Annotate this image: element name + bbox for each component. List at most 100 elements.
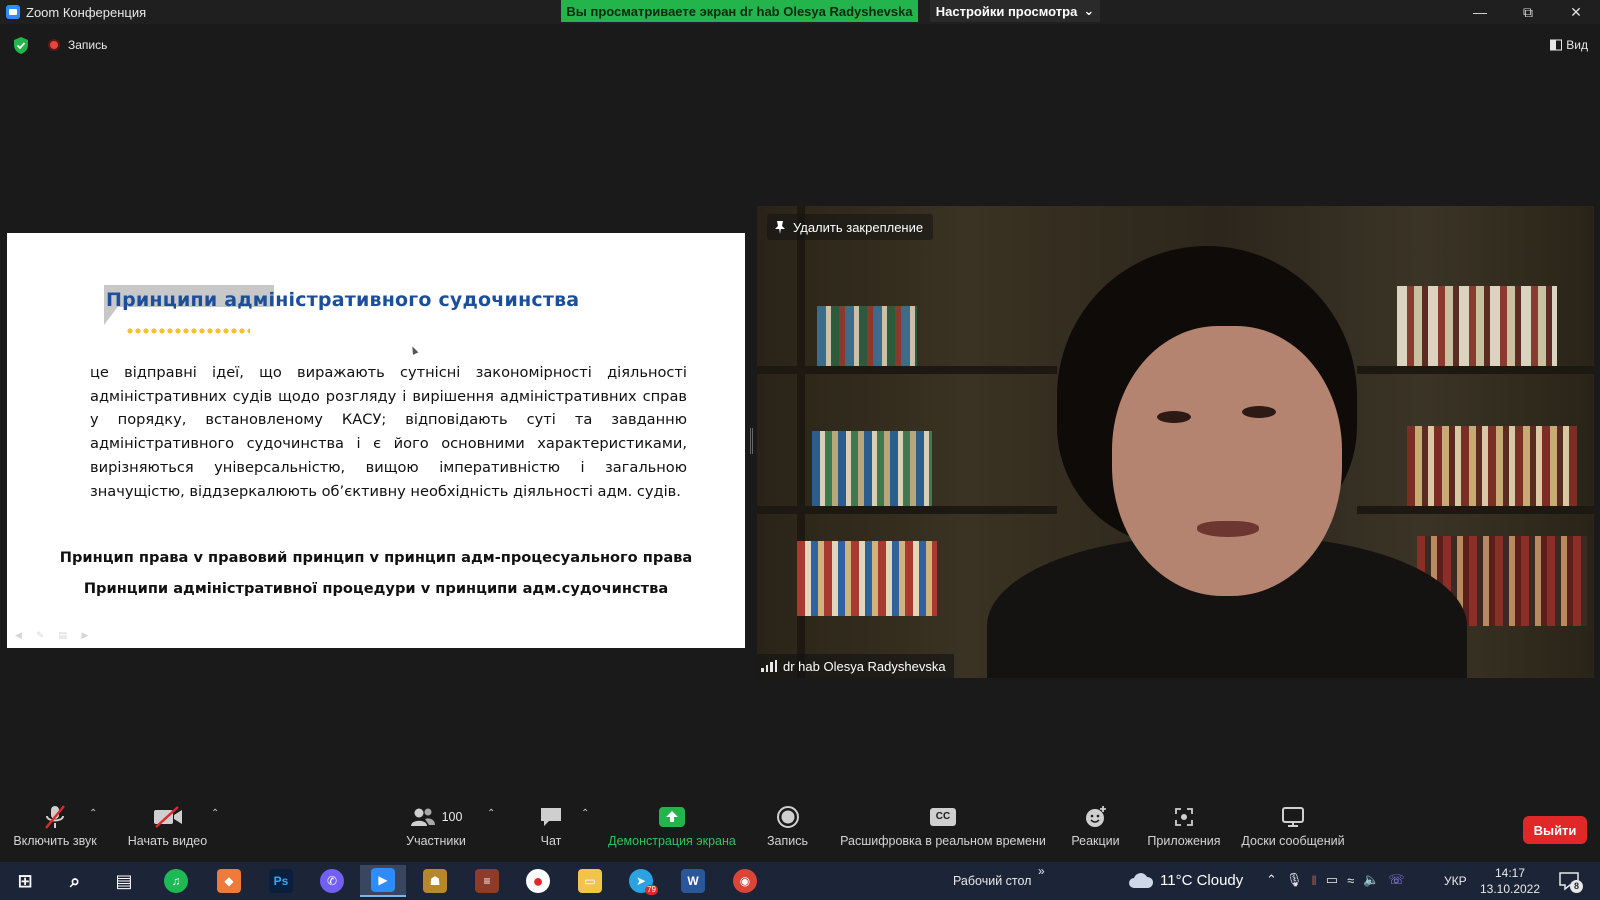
double-chevron-icon[interactable]: » [1038, 864, 1045, 878]
speaker-eye [1242, 406, 1276, 418]
speaker-icon[interactable]: 🔈 [1363, 872, 1379, 888]
taskbar-chrome-button[interactable]: ◉ [722, 865, 768, 897]
whiteboard-icon [1281, 800, 1305, 834]
chat-caret-icon[interactable]: ⌃ [581, 808, 589, 819]
taskbar-recorder-button[interactable]: ● [515, 865, 561, 897]
chat-icon [539, 800, 563, 834]
whiteboards-label: Доски сообщений [1241, 834, 1345, 848]
chat-button[interactable]: Чат [532, 800, 570, 862]
decorative-dots [126, 328, 250, 334]
screen-share-banner: Вы просматриваете экран dr hab Olesya Ra… [561, 0, 918, 22]
shelf-board [1357, 366, 1594, 374]
taskbar-search-button[interactable]: ⌕ [52, 865, 98, 897]
meeting-header: Запись Вид [0, 30, 1600, 60]
view-options-label: Настройки просмотра [935, 3, 1078, 19]
telegram-unread-badge: 79 [645, 885, 658, 895]
unpin-button[interactable]: Удалить закрепление [767, 214, 934, 240]
closed-captions-icon: CC [930, 800, 956, 834]
books [817, 306, 917, 366]
taskbar-game-button[interactable]: ☗ [412, 865, 458, 897]
viber-icon: ✆ [320, 869, 344, 893]
close-icon[interactable]: ✕ [1552, 0, 1600, 24]
recorder-icon: ● [526, 869, 550, 893]
view-button[interactable]: Вид [1550, 36, 1588, 54]
explorer-icon: ▭ [578, 869, 602, 893]
taskbar-winrar-button[interactable]: ≡ [464, 865, 510, 897]
winrar-icon: ≡ [475, 869, 499, 893]
leave-meeting-button[interactable]: Выйти [1523, 816, 1587, 844]
record-label: Запись [766, 834, 808, 848]
slide-principle-line-1: Принцип права v правовий принцип v принц… [59, 549, 693, 566]
unmute-label: Включить звук [13, 834, 97, 848]
record-button[interactable]: Запись [765, 800, 810, 862]
clock[interactable]: 14:17 13.10.2022 [1478, 865, 1542, 897]
whiteboards-button[interactable]: Доски сообщений [1237, 800, 1349, 862]
signal-strength-icon [761, 660, 777, 672]
taskbar-viber-button[interactable]: ✆ [309, 865, 355, 897]
task-view-icon: ▤ [115, 870, 133, 891]
speaker-face [1112, 326, 1342, 596]
security-shield-icon[interactable] [13, 37, 29, 54]
share-screen-button[interactable]: Демонстрация экрана [604, 800, 740, 862]
weather-text: 11°C Cloudy [1160, 871, 1244, 889]
cc-glyph: CC [930, 808, 956, 826]
cursor-icon [409, 345, 419, 355]
tray-expand-icon[interactable]: ⌃ [1266, 872, 1277, 888]
speaker-video[interactable]: Удалить закрепление dr hab Olesya Radysh… [757, 206, 1594, 678]
share-screen-label: Демонстрация экрана [608, 834, 736, 848]
weather-widget[interactable]: 11°C Cloudy [1128, 871, 1243, 889]
taskbar-explorer-button[interactable]: ▭ [567, 865, 613, 897]
windows-taskbar: ⊞ ⌕ ▤ ♫ ◆ Ps ✆ ▶ ☗ ≡ ● ▭ ➤ 79 W ◉ Рабочий стол » 11°C C… [0, 862, 1600, 900]
notifications-icon[interactable]: 8 [1558, 870, 1584, 894]
books [1407, 426, 1577, 506]
start-video-button[interactable]: Начать видео [125, 800, 210, 862]
chat-label: Чат [540, 834, 562, 848]
video-off-icon [153, 800, 183, 834]
zoom-icon: ▶ [371, 868, 395, 892]
word-icon: W [681, 869, 705, 893]
shelf-board [757, 506, 1057, 514]
recording-indicator-icon [48, 39, 60, 51]
taskbar-telegram-button[interactable]: ➤ 79 [618, 865, 664, 897]
slide-title: Принципи адміністративного судочинства [106, 289, 580, 311]
viber-tray-icon[interactable]: ☏ [1388, 872, 1404, 888]
desktop-toolbar-label[interactable]: Рабочий стол [953, 874, 1031, 888]
taskbar-task-view-button[interactable]: ▤ [101, 865, 147, 897]
battery-icon[interactable]: ▭ [1326, 872, 1338, 888]
language-indicator[interactable]: УКР [1444, 874, 1467, 888]
view-label: Вид [1566, 38, 1588, 52]
taskbar-app-orange-button[interactable]: ◆ [206, 865, 252, 897]
live-transcript-button[interactable]: CC Расшифровка в реальном времени [838, 800, 1048, 862]
apps-label: Приложения [1147, 834, 1221, 848]
muted-microphone-icon [43, 800, 67, 834]
taskbar-start-button[interactable]: ⊞ [2, 865, 48, 897]
chrome-icon: ◉ [733, 869, 757, 893]
unmute-button[interactable]: Включить звук [10, 800, 100, 862]
participants-count: 100 [441, 810, 463, 824]
minimize-icon[interactable]: — [1456, 0, 1504, 24]
app-orange-icon: ◆ [217, 869, 241, 893]
apps-icon [1173, 800, 1195, 834]
slide-principle-line-2: Принципи адміністративної процедури v пр… [83, 580, 669, 597]
apps-button[interactable]: Приложения [1143, 800, 1225, 862]
layout-icon [1550, 39, 1563, 51]
split-view-divider[interactable] [750, 428, 753, 454]
reactions-button[interactable]: Реакции [1068, 800, 1123, 862]
view-options-button[interactable]: Настройки просмотра ⌄ [930, 0, 1100, 22]
pin-icon [775, 220, 785, 234]
video-options-caret-icon[interactable]: ⌃ [211, 808, 219, 819]
microphone-icon[interactable]: 🎙 [1286, 872, 1303, 888]
participants-button[interactable]: 100 Участники [400, 800, 472, 862]
taskbar-word-button[interactable]: W [670, 865, 716, 897]
taskbar-photoshop-button[interactable]: Ps [258, 865, 304, 897]
winrar-tray-icon[interactable]: ‖ [1311, 873, 1316, 888]
audio-options-caret-icon[interactable]: ⌃ [89, 808, 97, 819]
start-video-label: Начать видео [127, 834, 208, 848]
taskbar-zoom-button[interactable]: ▶ [360, 865, 406, 897]
slide-nav-icons[interactable]: ◀ ✎ ▤ ▶ [15, 630, 94, 641]
wifi-icon[interactable]: ≈ [1347, 873, 1354, 888]
taskbar-spotify-button[interactable]: ♫ [153, 865, 199, 897]
participants-caret-icon[interactable]: ⌃ [487, 808, 495, 819]
restore-icon[interactable]: ⧉ [1504, 0, 1552, 24]
clock-time: 14:17 [1494, 866, 1526, 880]
